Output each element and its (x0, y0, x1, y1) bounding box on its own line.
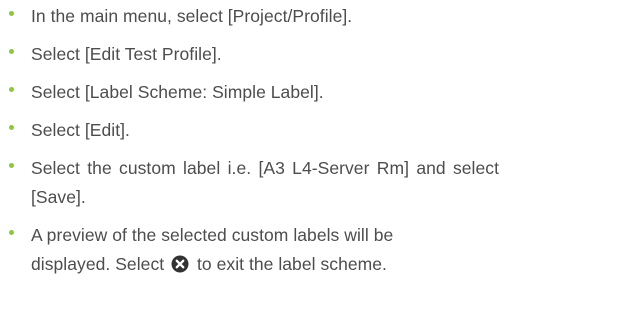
step-text-line-1: A preview of the selected custom labels … (31, 225, 394, 245)
step-item-1: In the main menu, select [Project/Profil… (0, 2, 629, 31)
step-item-5: Select the custom label i.e. [A3 L4-Serv… (0, 154, 629, 212)
step-text-after-icon: to exit the label scheme. (197, 254, 387, 274)
steps-list: In the main menu, select [Project/Profil… (0, 2, 629, 288)
bullet-icon (9, 11, 14, 16)
step-item-4: Select [Edit]. (0, 116, 629, 145)
bullet-icon (9, 49, 14, 54)
step-item-2: Select [Edit Test Profile]. (0, 40, 629, 69)
step-text: Select [Edit Test Profile]. (31, 44, 222, 64)
step-item-3: Select [Label Scheme: Simple Label]. (0, 78, 629, 107)
step-item-6: A preview of the selected custom labels … (0, 221, 629, 279)
bullet-icon (9, 163, 14, 168)
step-text: In the main menu, select [Project/Profil… (31, 6, 353, 26)
step-text: Select [Edit]. (31, 120, 130, 140)
step-text-line-1: Select the custom label i.e. [A3 L4-Serv… (31, 158, 499, 178)
step-text-line-2: displayed. Select to exit the label sche… (31, 250, 621, 279)
step-text-line-2: [Save]. (31, 187, 86, 207)
close-circle-icon (171, 255, 189, 273)
bullet-icon (9, 230, 14, 235)
instruction-document: In the main menu, select [Project/Profil… (0, 0, 629, 312)
bullet-icon (9, 125, 14, 130)
step-text-before-icon: displayed. Select (31, 254, 165, 274)
bullet-icon (9, 87, 14, 92)
step-text: Select [Label Scheme: Simple Label]. (31, 82, 324, 102)
